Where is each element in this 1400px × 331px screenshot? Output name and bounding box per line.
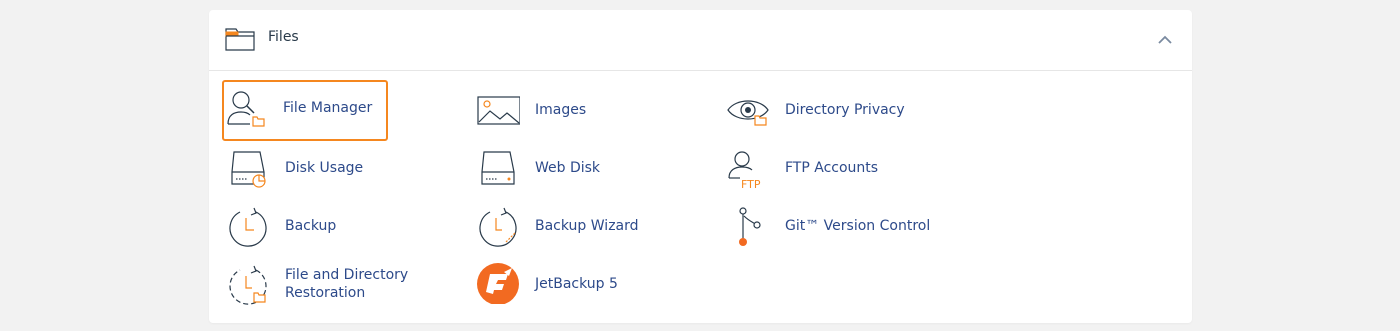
file-restoration-link[interactable]: File and Directory Restoration — [224, 256, 444, 312]
folder-icon — [225, 28, 255, 51]
item-label: Git™ Version Control — [785, 218, 931, 234]
git-version-control-link[interactable]: Git™ Version Control — [724, 198, 954, 254]
item-label: Directory Privacy — [785, 102, 905, 118]
item-label: JetBackup 5 — [535, 276, 618, 292]
backup-wizard-link[interactable]: Backup Wizard — [474, 198, 674, 254]
file-manager-icon — [227, 91, 265, 127]
file-restoration-icon — [229, 265, 267, 305]
disk-usage-icon — [231, 151, 266, 188]
chevron-up-icon[interactable] — [1155, 32, 1175, 48]
images-link[interactable]: Images — [474, 82, 674, 138]
jetbackup-icon — [477, 263, 519, 304]
web-disk-icon — [481, 151, 515, 185]
images-icon — [477, 96, 520, 125]
file-manager-link[interactable]: File Manager — [222, 80, 388, 141]
backup-wizard-icon — [479, 207, 517, 247]
item-label: Backup Wizard — [535, 218, 639, 234]
section-title: Files — [268, 29, 299, 45]
panel-header[interactable]: Files — [209, 10, 1192, 71]
item-label: Backup — [285, 218, 337, 234]
item-label: FTP Accounts — [785, 160, 879, 176]
backup-icon — [229, 207, 267, 247]
disk-usage-link[interactable]: Disk Usage — [224, 140, 424, 196]
ftp-accounts-icon: FTP — [728, 151, 761, 190]
directory-privacy-link[interactable]: Directory Privacy — [724, 82, 944, 138]
item-label: Images — [535, 102, 587, 118]
jetbackup-link[interactable]: JetBackup 5 — [474, 256, 674, 312]
item-label: File Manager — [283, 100, 373, 116]
files-panel: Files File Manager Images Directory Priv… — [209, 10, 1192, 323]
git-icon — [739, 207, 761, 246]
backup-link[interactable]: Backup — [224, 198, 424, 254]
item-label: Web Disk — [535, 160, 601, 176]
ftp-accounts-link[interactable]: FTP FTP Accounts — [724, 140, 944, 196]
item-label: File and Directory Restoration — [285, 267, 409, 301]
web-disk-link[interactable]: Web Disk — [474, 140, 674, 196]
item-label: Disk Usage — [285, 160, 364, 176]
ftp-text: FTP — [741, 178, 761, 190]
directory-privacy-icon — [727, 100, 769, 126]
